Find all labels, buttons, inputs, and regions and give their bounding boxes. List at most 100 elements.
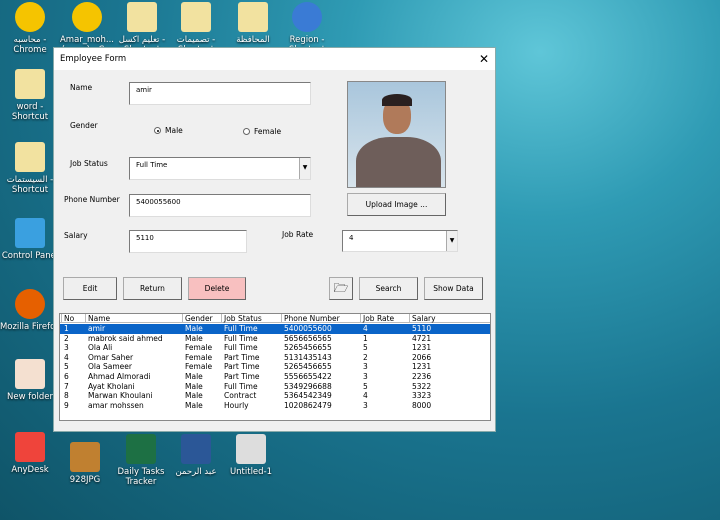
table-row[interactable]: 1 amir Male Full Time 5400055600 4 5110: [60, 324, 490, 334]
table-cell: Male: [185, 333, 203, 343]
table-cell: Part Time: [224, 372, 260, 381]
employee-photo: [347, 81, 446, 188]
anydesk-icon: [15, 432, 45, 462]
desktop-icon-label: Control Panel: [1, 251, 59, 261]
table-row[interactable]: 2 mabrok said ahmed Male Full Time 565665656…: [60, 334, 490, 344]
table-cell: 5110: [412, 324, 432, 333]
edit-button[interactable]: Edit: [63, 277, 117, 300]
table-cell: Full Time: [224, 333, 258, 343]
open-folder-button[interactable]: 🗁: [329, 277, 353, 300]
upload-image-button[interactable]: Upload Image ...: [347, 193, 446, 216]
table-cell: 1: [363, 333, 368, 343]
job-rate-label: Job Rate: [282, 230, 314, 239]
column-header: Job Status: [221, 314, 262, 323]
table-cell: 9: [64, 400, 69, 410]
column-header: Job Rate: [360, 314, 394, 323]
job-status-select[interactable]: Full Time ▼: [129, 157, 311, 180]
name-label: Name: [70, 83, 93, 92]
table-cell: mabrok said ahmed: [88, 333, 163, 343]
male-label: Male: [165, 126, 183, 135]
folder-icon: [127, 2, 157, 32]
table-header: No Name Gender Job Status Phone Number Job Ra…: [60, 314, 490, 323]
table-cell: Male: [185, 400, 203, 410]
salary-label: Salary: [64, 231, 88, 240]
image-icon: [236, 434, 266, 464]
phone-label: Phone Number: [64, 195, 120, 204]
table-cell: Male: [185, 372, 203, 381]
desktop-icon[interactable]: عبد الرحمن: [165, 434, 227, 477]
desktop-icon[interactable]: محاسبه - Chrome: [0, 2, 61, 55]
desktop-icon[interactable]: AnyDesk: [0, 432, 61, 475]
desktop-icon[interactable]: Mozilla Firefox: [0, 289, 61, 332]
salary-input[interactable]: 5110: [129, 230, 247, 253]
table-row[interactable]: 7 Ayat Kholani Male Full Time 5349296688 5 532…: [60, 382, 490, 392]
radio-checked-icon: [154, 127, 161, 134]
phone-input[interactable]: 5400055600: [129, 194, 311, 217]
table-cell: Full Time: [224, 381, 258, 391]
table-cell: 3: [363, 372, 368, 381]
table-cell: Ayat Kholani: [88, 381, 135, 391]
return-button[interactable]: Return: [123, 277, 182, 300]
column-header: Phone Number: [281, 314, 340, 323]
table-cell: 4: [64, 352, 69, 362]
employee-listbox[interactable]: No Name Gender Job Status Phone Number Job Ra…: [59, 313, 491, 421]
delete-button[interactable]: Delete: [188, 277, 246, 300]
table-cell: Full Time: [224, 343, 258, 353]
column-header: Gender: [182, 314, 213, 323]
table-row[interactable]: 8 Marwan Khoulani Male Contract 5364542349 4 3…: [60, 391, 490, 401]
close-icon[interactable]: ✕: [479, 48, 489, 70]
desktop-icon[interactable]: word - Shortcut: [0, 69, 61, 122]
gender-female-radio[interactable]: Female: [243, 127, 281, 136]
table-cell: 6: [64, 372, 69, 381]
table-cell: 8: [64, 391, 69, 401]
chevron-down-icon[interactable]: ▼: [446, 231, 457, 251]
table-row[interactable]: 5 Ola Sameer Female Part Time 5265456655 3 123…: [60, 362, 490, 372]
table-cell: 5400055600: [284, 324, 332, 333]
desktop-icon[interactable]: السيستمات - Shortcut: [0, 142, 61, 195]
name-input[interactable]: amir: [129, 82, 311, 105]
show-data-button[interactable]: Show Data: [424, 277, 483, 300]
image-icon: [70, 442, 100, 472]
table-cell: Part Time: [224, 362, 260, 372]
table-cell: Marwan Khoulani: [88, 391, 153, 401]
folder-icon: 🗁: [333, 281, 349, 295]
firefox-icon: [15, 289, 45, 319]
table-cell: 2: [64, 333, 69, 343]
desktop-icon-label: السيستمات - Shortcut: [6, 175, 54, 195]
table-row[interactable]: 9 amar mohssen Male Hourly 1020862479 3 8000: [60, 401, 490, 411]
desktop-icon[interactable]: New folder: [0, 359, 61, 402]
table-row[interactable]: 3 Ola Ali Female Full Time 5265456655 5 1231: [60, 343, 490, 353]
table-cell: amar mohssen: [88, 400, 144, 410]
search-button[interactable]: Search: [359, 277, 418, 300]
table-cell: 3: [363, 362, 368, 372]
table-cell: Female: [185, 362, 213, 372]
table-cell: Male: [185, 391, 203, 401]
gender-male-radio[interactable]: Male: [154, 126, 183, 135]
desktop-icon-label: عبد الرحمن: [175, 467, 217, 477]
chrome-icon: [72, 2, 102, 32]
desktop-icon[interactable]: Untitled-1: [220, 434, 282, 477]
table-cell: 1231: [412, 362, 432, 372]
employee-form-window: Employee Form ✕ Name amir Gender Male Fe…: [53, 47, 496, 432]
folder-icon: [15, 142, 45, 172]
table-cell: Omar Saher: [88, 352, 134, 362]
column-header: Name: [85, 314, 110, 323]
desktop-icon[interactable]: Control Panel: [0, 218, 61, 261]
desktop-icon[interactable]: 928JPG: [54, 442, 116, 485]
table-cell: 3: [64, 343, 69, 353]
window-title: Employee Form: [60, 54, 127, 64]
table-cell: 5349296688: [284, 381, 332, 391]
desktop-icon[interactable]: المحافظة: [222, 2, 284, 45]
chevron-down-icon[interactable]: ▼: [299, 158, 310, 179]
table-row[interactable]: 4 Omar Saher Female Part Time 5131435143 2 206…: [60, 353, 490, 363]
desktop-icon-label: Untitled-1: [229, 467, 273, 477]
table-cell: Female: [185, 352, 213, 362]
job-rate-select[interactable]: 4 ▼: [342, 230, 458, 252]
job-status-value: Full Time: [136, 161, 168, 169]
pdf-folder-icon: [15, 359, 45, 389]
table-row[interactable]: 6 Ahmad Almoradi Male Part Time 5556655422 3 2…: [60, 372, 490, 382]
job-status-label: Job Status: [70, 159, 108, 168]
desktop-icon[interactable]: Daily Tasks Tracker: [110, 434, 172, 487]
table-cell: 2066: [412, 352, 432, 362]
desktop-icon-label: Daily Tasks Tracker: [117, 467, 165, 487]
